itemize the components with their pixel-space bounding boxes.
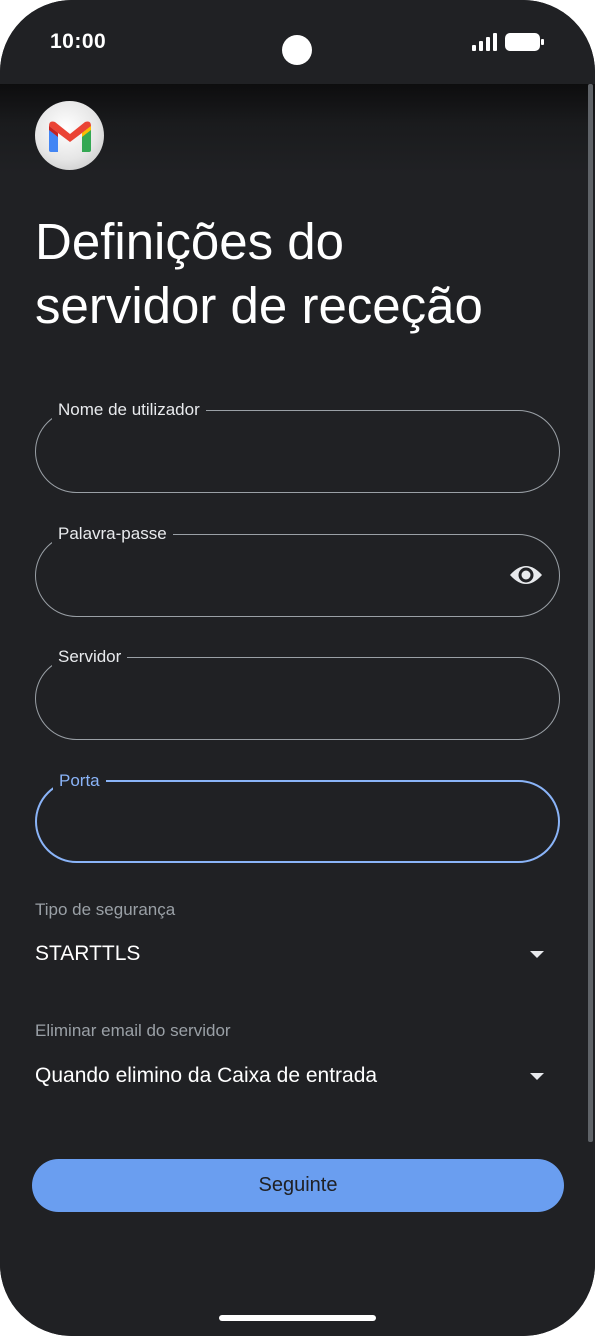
page-title: Definições do servidor de receção bbox=[35, 210, 575, 338]
port-input[interactable] bbox=[59, 802, 509, 842]
username-input[interactable] bbox=[58, 431, 508, 471]
page-title-line-1: Definições do bbox=[35, 213, 345, 270]
battery-icon bbox=[505, 33, 544, 51]
page-title-line-2: servidor de receção bbox=[35, 277, 483, 334]
delete-email-select[interactable]: Quando elimino da Caixa de entrada bbox=[35, 1056, 560, 1100]
security-type-value: STARTTLS bbox=[35, 942, 141, 965]
gmail-m-icon bbox=[48, 121, 91, 152]
phone-screen: 10:00 Definições do servidor de receção … bbox=[0, 0, 595, 1336]
port-field[interactable]: Porta bbox=[35, 770, 560, 863]
front-camera bbox=[282, 35, 312, 65]
chevron-down-icon bbox=[530, 951, 544, 958]
delete-email-value: Quando elimino da Caixa de entrada bbox=[35, 1064, 378, 1087]
server-field[interactable]: Servidor bbox=[35, 646, 560, 740]
gmail-logo-icon bbox=[35, 101, 104, 170]
status-bar: 10:00 bbox=[0, 0, 595, 84]
scrollbar[interactable] bbox=[588, 84, 593, 1142]
password-input[interactable] bbox=[58, 555, 508, 595]
home-indicator[interactable] bbox=[219, 1315, 376, 1321]
password-label: Palavra-passe bbox=[52, 523, 173, 545]
chevron-down-icon bbox=[530, 1073, 544, 1080]
security-type-select[interactable]: STARTTLS bbox=[35, 934, 560, 978]
next-button[interactable]: Seguinte bbox=[32, 1159, 564, 1212]
delete-email-label: Eliminar email do servidor bbox=[35, 1021, 231, 1040]
security-type-label: Tipo de segurança bbox=[35, 900, 176, 919]
username-label: Nome de utilizador bbox=[52, 399, 206, 421]
status-time: 10:00 bbox=[50, 30, 107, 53]
port-label: Porta bbox=[53, 770, 106, 792]
server-input[interactable] bbox=[58, 678, 508, 718]
eye-icon[interactable] bbox=[509, 561, 543, 589]
server-label: Servidor bbox=[52, 646, 128, 668]
password-field[interactable]: Palavra-passe bbox=[35, 523, 560, 617]
username-field[interactable]: Nome de utilizador bbox=[35, 399, 560, 493]
signal-icon bbox=[472, 33, 497, 51]
